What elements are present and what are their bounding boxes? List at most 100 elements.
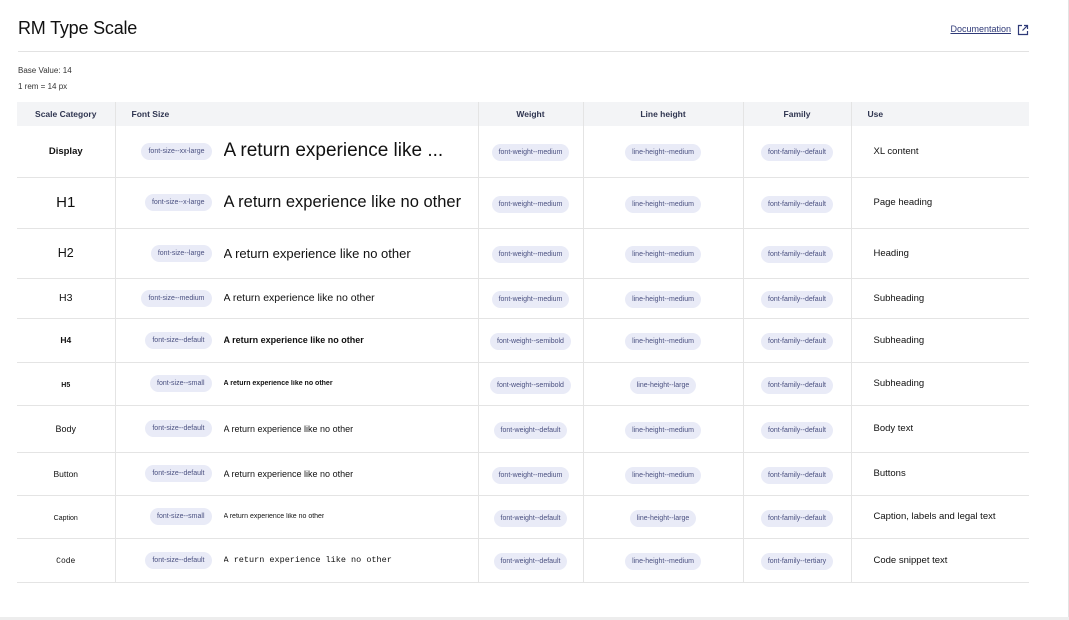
font-size-cell: font-size--default A return experience l… [114,452,478,496]
family-token: font-family--default [761,509,833,527]
rem-info-text: 1 rem = 14 px [18,82,68,91]
table-row: H5 font-size--small A return experience … [17,362,1029,406]
line-height-token: line-height--medium [625,421,701,439]
sample-text: A return experience like no other [223,468,354,479]
sample-text: A return experience like no other [223,193,462,211]
table-row: Code font-size--default A return experie… [17,538,1029,583]
category-cell: H4 [17,318,115,363]
line-height-cell: line-height--medium [582,177,743,229]
family-token: font-family--default [761,333,833,350]
font-size-token: font-size--x-large [144,194,212,211]
weight-token: font-weight--semibold [490,376,571,394]
weight-token: font-weight--medium [491,144,570,162]
page-header: RM Type Scale Documentation [18,0,1029,52]
category-cell: Caption [17,495,115,539]
documentation-link[interactable]: Documentation [950,23,1029,36]
weight-cell: font-weight--semibold [477,362,583,406]
weight-token: font-weight--semibold [490,333,571,350]
family-token: font-family--default [761,376,833,394]
category-cell: Display [17,126,115,178]
use-cell: Heading [850,228,1029,279]
font-size-cell: font-size--default A return experience l… [114,318,478,363]
line-height-token: line-height--medium [625,466,701,484]
family-cell: font-family--default [742,452,851,496]
line-height-cell: line-height--large [582,362,743,406]
table-header-row: Scale Category Font Size Weight Line hei… [17,102,1029,126]
weight-cell: font-weight--default [477,495,583,539]
family-cell: font-family--default [742,278,851,319]
line-height-cell: line-height--medium [582,452,743,496]
table-row: Caption font-size--small A return experi… [17,495,1029,539]
weight-cell: font-weight--medium [477,278,583,319]
category-cell: H3 [17,278,115,319]
page-title: RM Type Scale [18,18,138,38]
category-label: Body [55,423,76,434]
category-label: Button [53,468,79,479]
font-size-cell: font-size--x-large A return experience l… [114,177,478,229]
header-scale-category: Scale Category [17,102,115,126]
line-height-token: line-height--medium [625,333,701,350]
category-label: Code [56,556,76,566]
weight-cell: font-weight--medium [477,126,583,178]
family-cell: font-family--default [742,228,851,279]
category-label: Display [48,145,83,157]
sample-text: A return experience like no other [223,513,325,520]
sample-text: A return experience like no other [223,423,354,434]
family-token: font-family--default [761,466,833,484]
category-cell: Body [17,405,115,453]
sample-text: A return experience like no other [223,380,333,387]
table-row: H3 font-size--medium A return experience… [17,278,1029,319]
line-height-cell: line-height--medium [582,405,743,453]
line-height-cell: line-height--medium [582,126,743,178]
category-cell: H5 [17,362,115,406]
font-size-cell: font-size--default A return experience l… [114,538,478,583]
header-font-size: Font Size [114,102,478,126]
weight-cell: font-weight--default [477,538,583,583]
use-cell: Buttons [850,452,1029,496]
line-height-token: line-height--medium [625,553,701,570]
font-size-token: font-size--large [150,244,212,262]
sample-text: A return experience like no other [223,245,411,261]
category-label: H3 [59,292,73,304]
font-size-cell: font-size--small A return experience lik… [114,495,478,539]
line-height-token: line-height--medium [625,246,701,263]
line-height-token: line-height--medium [625,291,701,308]
sample-text: A return experience like no other [223,292,375,304]
category-label: H2 [57,246,74,260]
type-scale-table: Scale Category Font Size Weight Line hei… [17,102,1029,583]
use-cell: Subheading [850,318,1029,363]
font-size-token: font-size--default [145,551,212,569]
weight-token: font-weight--medium [491,246,570,263]
header-line-height: Line height [582,102,743,126]
weight-cell: font-weight--medium [477,228,583,279]
family-token: font-family--default [761,291,833,308]
table-row: H1 font-size--x-large A return experienc… [17,177,1029,229]
weight-cell: font-weight--default [477,405,583,453]
family-cell: font-family--default [742,405,851,453]
family-cell: font-family--tertiary [742,538,851,583]
use-cell: XL content [850,126,1029,178]
font-size-token: font-size--small [150,375,212,392]
line-height-token: line-height--medium [625,144,701,162]
family-cell: font-family--default [742,495,851,539]
family-cell: font-family--default [742,126,851,178]
category-label: H5 [61,381,71,389]
font-size-token: font-size--medium [141,289,212,307]
weight-token: font-weight--medium [491,291,570,308]
font-size-cell: font-size--default A return experience l… [114,405,478,453]
line-height-cell: line-height--medium [582,538,743,583]
use-cell: Subheading [850,278,1029,319]
weight-token: font-weight--default [493,421,568,439]
external-link-icon [1017,23,1029,36]
header-family: Family [742,102,851,126]
family-token: font-family--default [761,144,833,162]
family-token: font-family--default [761,195,833,213]
sample-text: A return experience like no other [223,335,364,345]
category-cell: Code [17,538,115,583]
weight-token: font-weight--default [493,553,568,570]
family-token: font-family--default [761,246,833,263]
category-cell: Button [17,452,115,496]
family-cell: font-family--default [742,362,851,406]
sample-text: A return experience like ... [223,140,444,162]
table-row: Display font-size--xx-large A return exp… [17,126,1029,178]
